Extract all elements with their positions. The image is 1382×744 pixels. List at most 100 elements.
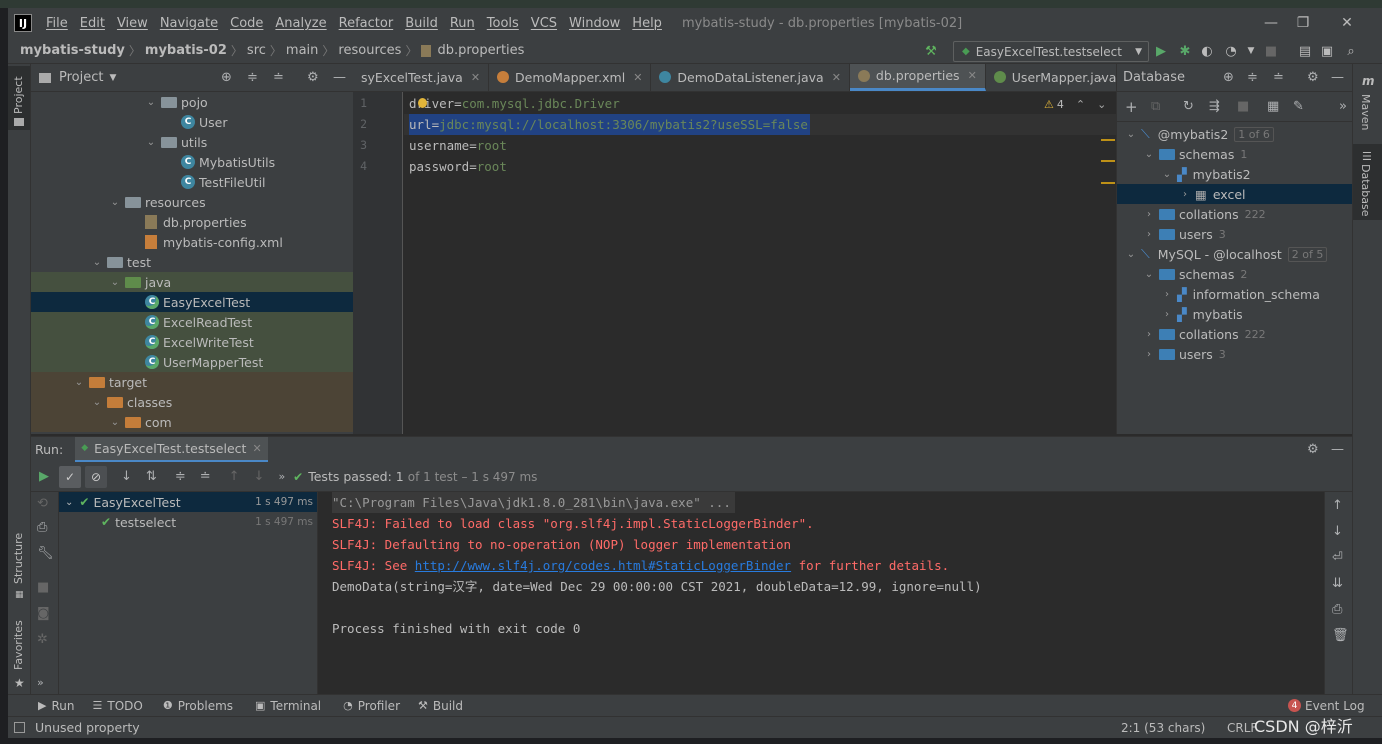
database-tree-item[interactable]: › collations 222 [1117, 324, 1353, 344]
chevron-down-icon[interactable]: ⌄ [109, 277, 121, 288]
project-tree-item[interactable]: ⌄ pojo [31, 92, 353, 112]
project-tree-item[interactable]: ⌄ resources [31, 192, 353, 212]
project-tree-item[interactable]: C User [31, 112, 353, 132]
chevron-right-icon[interactable]: › [1143, 209, 1155, 220]
search-icon[interactable]: ⌕ [1342, 42, 1360, 60]
run-tool-button[interactable]: ▶ Run [38, 699, 74, 713]
breadcrumb-module[interactable]: mybatis-02 [145, 43, 227, 58]
screenshot-icon[interactable]: ◙ [37, 606, 50, 621]
chevron-down-icon[interactable]: ⌄ [1125, 129, 1137, 140]
console-link[interactable]: http://www.slf4j.org/codes.html#StaticLo… [415, 558, 791, 573]
chevron-down-icon[interactable]: ⌄ [1143, 269, 1155, 280]
table-icon[interactable]: ▦ [1267, 99, 1279, 114]
close-icon[interactable]: ✕ [832, 71, 841, 84]
debug-icon[interactable]: ✱ [1176, 42, 1194, 60]
menu-help[interactable]: Help [626, 16, 668, 31]
project-tree-item[interactable]: C ExcelWriteTest [31, 332, 353, 352]
chevron-right-icon[interactable]: › [1143, 229, 1155, 240]
editor-tab[interactable]: syExcelTest.java ✕ [353, 64, 490, 91]
chevron-down-icon[interactable]: ⌄ [73, 377, 85, 388]
project-tree-item[interactable]: ⌄ com [31, 412, 353, 432]
menu-vcs[interactable]: VCS [525, 16, 563, 31]
run-tab[interactable]: ◆ EasyExcelTest.testselect ✕ [75, 436, 268, 463]
arrow-down-icon[interactable]: ↓ [1332, 524, 1343, 539]
database-tree-item[interactable]: ⌄ schemas 1 [1117, 144, 1353, 164]
menu-analyze[interactable]: Analyze [269, 16, 332, 31]
chevron-down-icon[interactable]: ⌄ [91, 257, 103, 268]
hammer-build-icon[interactable]: ⚒ [922, 42, 940, 60]
soft-wrap-icon[interactable]: ⏎ [1332, 550, 1343, 565]
gear-icon[interactable]: ⚙ [1307, 442, 1319, 457]
project-tree-item[interactable]: ⌄ utils [31, 132, 353, 152]
chevron-down-icon[interactable]: ⌄ [1143, 149, 1155, 160]
editor-tab[interactable]: DemoDataListener.java ✕ [651, 64, 850, 91]
chevron-right-icon[interactable]: › [1179, 189, 1191, 200]
warning-stripe-marker[interactable] [1101, 160, 1115, 162]
caret-position[interactable]: 2:1 (53 chars) [1121, 721, 1205, 735]
console-output[interactable]: "C:\Program Files\Java\jdk1.8.0_281\bin\… [318, 492, 1324, 694]
test-history-icon[interactable]: ⟲ [37, 496, 48, 511]
panel-toggle-icon[interactable] [14, 722, 25, 733]
chevron-up-icon[interactable]: ⌃ [1076, 98, 1085, 111]
chevron-down-icon[interactable]: ⌄ [1096, 70, 1105, 83]
more-icon[interactable]: » [1339, 99, 1347, 114]
test-case-row[interactable]: ✔ testselect 1 s 497 ms [59, 512, 317, 532]
database-tool-button[interactable]: ☰ Database [1353, 144, 1382, 220]
gear-icon[interactable]: ⚙ [307, 70, 319, 85]
project-tree-item[interactable]: C UserMapperTest [31, 352, 353, 372]
database-tree-item[interactable]: ⌄ ⟍ @mybatis2 1 of 6 [1117, 124, 1353, 144]
print-icon[interactable]: ⎙ [1332, 602, 1342, 617]
hide-icon[interactable]: — [1331, 442, 1344, 457]
project-tree-item[interactable]: C TestFileUtil [31, 172, 353, 192]
locate-icon[interactable]: ⊕ [1223, 70, 1234, 85]
maximize-button[interactable]: ❐ [1280, 8, 1326, 38]
breadcrumb-project[interactable]: mybatis-study [20, 43, 125, 58]
project-tree-item[interactable]: ⌄ target [31, 372, 353, 392]
database-tree-item[interactable]: ⌄ ⟍ MySQL - @localhost 2 of 5 [1117, 244, 1353, 264]
locate-icon[interactable]: ⊕ [221, 70, 232, 85]
hide-icon[interactable]: — [333, 70, 346, 85]
more-icon[interactable]: » [278, 470, 285, 483]
project-tree-item[interactable]: C ExcelReadTest [31, 312, 353, 332]
wrench-icon[interactable]: 🔧︎ [37, 546, 54, 561]
editor-tab[interactable]: db.properties ✕ [849, 64, 986, 91]
expand-all-icon[interactable]: ≑ [247, 70, 258, 85]
menu-navigate[interactable]: Navigate [154, 16, 224, 31]
chevron-right-icon[interactable]: › [1161, 289, 1173, 300]
line-separator[interactable]: CRLF [1227, 721, 1257, 735]
maven-tool-button[interactable]: m Maven [1353, 68, 1382, 138]
database-tree-item[interactable]: › ▞ information_schema [1117, 284, 1353, 304]
chevron-down-icon[interactable]: ⌄ [145, 137, 157, 148]
project-panel-title[interactable]: Project [59, 70, 103, 85]
menu-tools[interactable]: Tools [481, 16, 525, 31]
database-tree-item[interactable]: › users 3 [1117, 344, 1353, 364]
stop-icon[interactable]: ■ [1237, 99, 1249, 114]
refresh-icon[interactable]: ↻ [1183, 99, 1194, 114]
scroll-to-end-icon[interactable]: ⇊ [1332, 576, 1343, 591]
close-icon[interactable]: ✕ [968, 69, 977, 82]
chevron-down-icon[interactable]: ⌄ [109, 197, 121, 208]
breadcrumb-main[interactable]: main [286, 43, 318, 58]
gear-icon[interactable]: ⚙ [1307, 70, 1319, 85]
copy-icon[interactable]: ⧉ [1151, 99, 1160, 114]
camera-icon[interactable]: ⎙ [37, 520, 47, 535]
menu-build[interactable]: Build [399, 16, 444, 31]
database-tree-item[interactable]: ⌄ schemas 2 [1117, 264, 1353, 284]
trash-icon[interactable]: 🗑︎ [1332, 628, 1349, 643]
chevron-right-icon[interactable]: › [1143, 349, 1155, 360]
editor-tab[interactable]: DemoMapper.xml ✕ [489, 64, 652, 91]
project-structure-icon[interactable]: ▤ [1296, 42, 1314, 60]
stop-icon[interactable]: ■ [1262, 42, 1280, 60]
project-tool-button[interactable]: Project [8, 66, 30, 130]
menu-file[interactable]: File [40, 16, 74, 31]
database-tree-item[interactable]: › ▦ excel [1117, 184, 1353, 204]
close-icon[interactable]: ✕ [633, 71, 642, 84]
chevron-down-icon[interactable]: ⌄ [109, 417, 121, 428]
schema-icon[interactable]: ⇶ [1209, 99, 1220, 114]
hide-icon[interactable]: — [1331, 70, 1344, 85]
project-tree-item[interactable]: C EasyExcelTest [31, 292, 353, 312]
arrow-up-icon[interactable]: ↑ [1332, 498, 1343, 513]
collapse-all-icon[interactable]: ≐ [273, 70, 284, 85]
collapse-all-icon[interactable]: ≐ [1273, 70, 1284, 85]
database-tree-item[interactable]: › collations 222 [1117, 204, 1353, 224]
